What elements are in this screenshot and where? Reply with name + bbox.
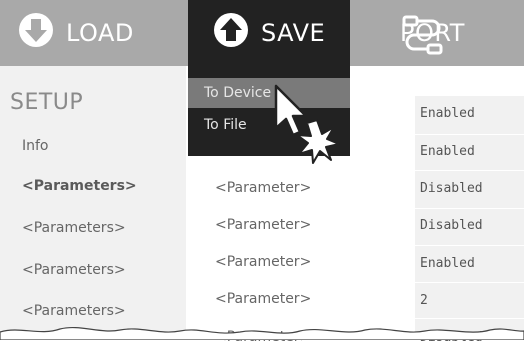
value-cell[interactable]: Enabled: [420, 144, 475, 159]
row-divider: [415, 170, 524, 171]
menu-item-label: To File: [204, 117, 247, 133]
load-button[interactable]: LOAD: [0, 0, 188, 66]
sidebar-item-info[interactable]: Info: [22, 138, 49, 154]
arrow-up-circle-icon: [213, 12, 249, 54]
row-divider: [415, 208, 524, 209]
sidebar: SETUP: [0, 66, 186, 340]
save-label: SAVE: [261, 19, 326, 47]
sidebar-item-parameters[interactable]: <Parameters>: [22, 262, 126, 278]
usb-cable-icon: [400, 13, 448, 61]
row-divider: [415, 134, 524, 135]
save-button[interactable]: SAVE: [188, 0, 350, 66]
load-label: LOAD: [66, 19, 134, 47]
row-divider: [415, 245, 524, 246]
sidebar-title: SETUP: [10, 90, 84, 115]
row-divider: [415, 282, 524, 283]
value-cell[interactable]: Disabled: [420, 181, 483, 196]
arrow-down-circle-icon: [18, 12, 54, 54]
value-cell[interactable]: Disabled: [420, 218, 483, 233]
toolbar: LOAD SAVE PORT: [0, 0, 524, 66]
menu-item-label: To Device: [204, 85, 272, 101]
row-divider: [415, 318, 524, 319]
torn-edge: [0, 327, 524, 340]
parameter-label: <Parameter>: [215, 254, 312, 270]
parameter-label: <Parameter>: [215, 291, 312, 307]
parameter-label: <Parameter>: [215, 180, 312, 196]
value-cell[interactable]: Enabled: [420, 256, 475, 271]
cursor-click-icon: [274, 84, 340, 164]
parameter-label: <Parameter>: [215, 217, 312, 233]
sidebar-item-parameters-selected[interactable]: <Parameters>: [22, 178, 137, 194]
sidebar-item-parameters[interactable]: <Parameters>: [22, 303, 126, 319]
value-cell[interactable]: 2: [420, 293, 428, 308]
value-cell[interactable]: Enabled: [420, 106, 475, 121]
sidebar-item-parameters[interactable]: <Parameters>: [22, 220, 126, 236]
